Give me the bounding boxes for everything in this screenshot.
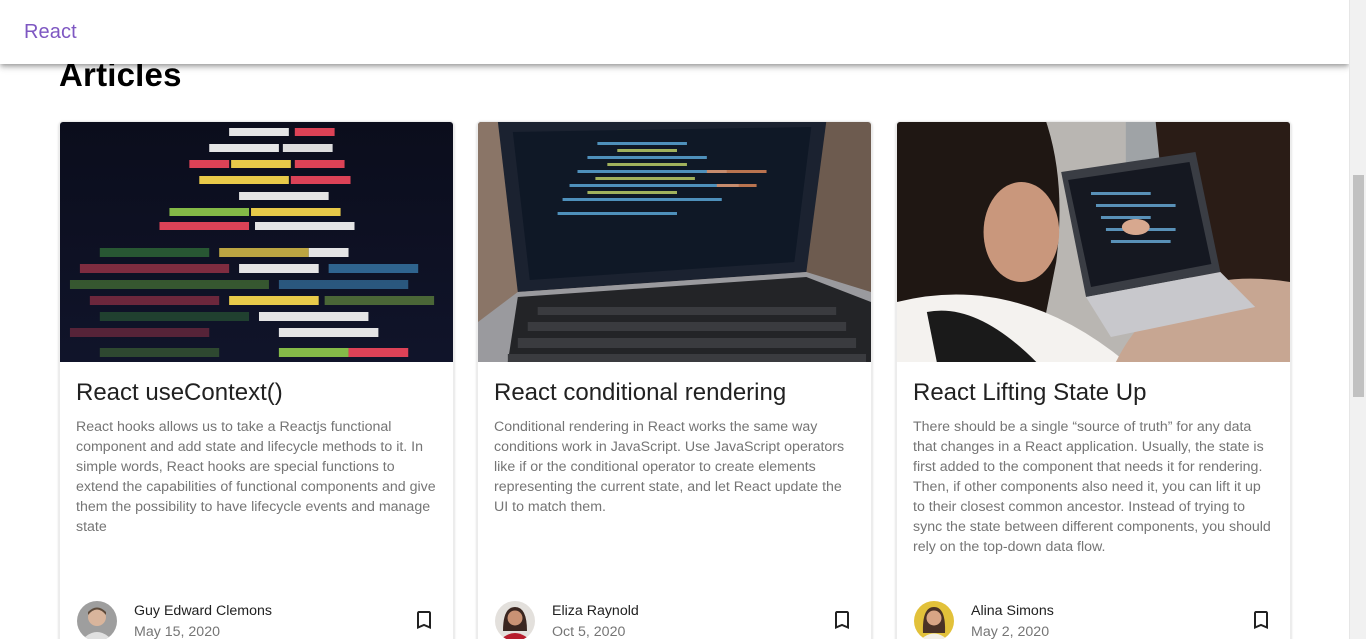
- article-date: May 15, 2020: [134, 624, 220, 639]
- laptop-code-image: [478, 122, 871, 362]
- author-name: Alina Simons: [971, 603, 1054, 619]
- article-card[interactable]: React conditional rendering Conditional …: [477, 121, 872, 639]
- author-name: Guy Edward Clemons: [134, 603, 272, 619]
- card-title[interactable]: React Lifting State Up: [913, 379, 1146, 407]
- people-at-laptop-image: [897, 122, 1290, 362]
- card-description: Conditional rendering in React works the…: [494, 419, 845, 515]
- card-title[interactable]: React conditional rendering: [494, 379, 786, 407]
- article-date: May 2, 2020: [971, 624, 1050, 639]
- card-description: There should be a single “source of trut…: [913, 419, 1271, 555]
- scrollbar-thumb[interactable]: [1353, 175, 1364, 397]
- card-title[interactable]: React useContext(): [76, 379, 283, 407]
- app-bar: React: [0, 0, 1349, 64]
- bookmark-icon[interactable]: [1249, 608, 1273, 632]
- brand-link[interactable]: React: [24, 21, 77, 44]
- author-avatar: [495, 601, 535, 639]
- card-description: React hooks allows us to take a Reactjs …: [76, 419, 436, 535]
- page: React Articles React useContext() React …: [0, 0, 1366, 639]
- author-avatar: [77, 601, 117, 639]
- author-avatar: [914, 601, 954, 639]
- article-date: Oct 5, 2020: [552, 624, 626, 639]
- author-name: Eliza Raynold: [552, 603, 639, 619]
- bookmark-icon[interactable]: [412, 608, 436, 632]
- bookmark-icon[interactable]: [830, 608, 854, 632]
- code-closeup-image: [60, 122, 453, 362]
- article-card[interactable]: React Lifting State Up There should be a…: [896, 121, 1291, 639]
- article-card[interactable]: React useContext() React hooks allows us…: [59, 121, 454, 639]
- vertical-scrollbar[interactable]: [1349, 0, 1366, 639]
